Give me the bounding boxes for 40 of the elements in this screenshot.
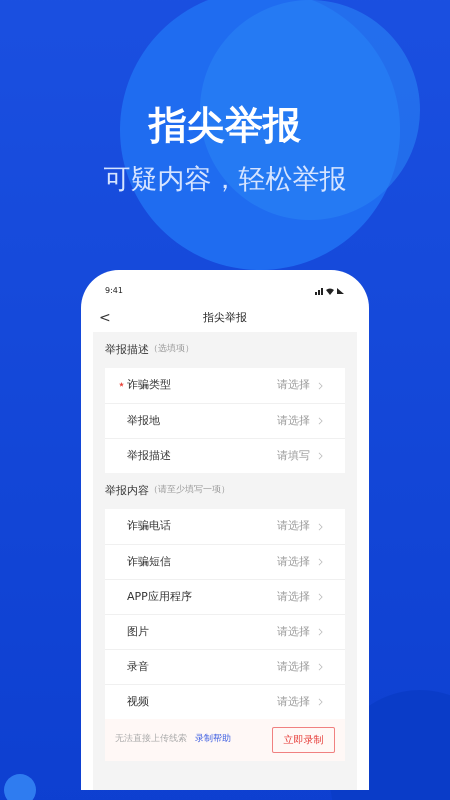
section-title: 举报内容 (105, 482, 149, 499)
hero-subtitle: 可疑内容，轻松举报 (104, 163, 346, 197)
record-button[interactable]: 立即录制 (272, 727, 335, 753)
chevron-right-icon (318, 522, 323, 530)
chevron-right-icon (318, 382, 323, 390)
row-label: 图片 (127, 624, 149, 640)
section-hint: （选填项） (149, 343, 194, 356)
section-hint: （请至少填写一项） (149, 484, 230, 498)
section-title: 举报描述 (105, 342, 149, 358)
hero-title: 指尖举报 (149, 102, 301, 149)
chevron-right-icon (318, 698, 323, 706)
row-value: 请选择 (277, 624, 310, 640)
chevron-right-icon (318, 663, 323, 671)
row-label: 视频 (127, 694, 149, 710)
record-note: 无法直接上传线索 (115, 733, 187, 746)
row-value: 请选择 (277, 412, 310, 429)
row-value: 请填写 (277, 448, 310, 464)
row-value: 请选择 (277, 518, 310, 534)
row-value: 请选择 (277, 694, 310, 710)
chevron-right-icon (318, 593, 323, 601)
chevron-right-icon (318, 417, 323, 425)
row-label: 举报描述 (127, 448, 171, 464)
row-label: 诈骗短信 (127, 554, 171, 570)
status-icons-drawing (315, 287, 345, 295)
row-value: 请选择 (277, 658, 310, 675)
chevron-right-icon (318, 628, 323, 636)
row-label: 举报地 (127, 412, 160, 429)
chevron-right-icon (318, 452, 323, 460)
status-time: 9:41 (105, 285, 123, 297)
row-value: 请选择 (277, 554, 310, 570)
row-value: 请选择 (277, 377, 310, 394)
record-help-link[interactable]: 录制帮助 (195, 733, 231, 747)
row-value: 请选择 (277, 588, 310, 605)
row-label: APP应用程序 (127, 588, 192, 605)
back-button[interactable]: < (99, 311, 111, 325)
row-label: 诈骗电话 (127, 518, 171, 534)
row-label: 录音 (127, 658, 149, 675)
row-label: 诈骗类型 (127, 377, 171, 394)
chevron-right-icon (318, 558, 323, 566)
page-title: 指尖举报 (203, 310, 247, 326)
